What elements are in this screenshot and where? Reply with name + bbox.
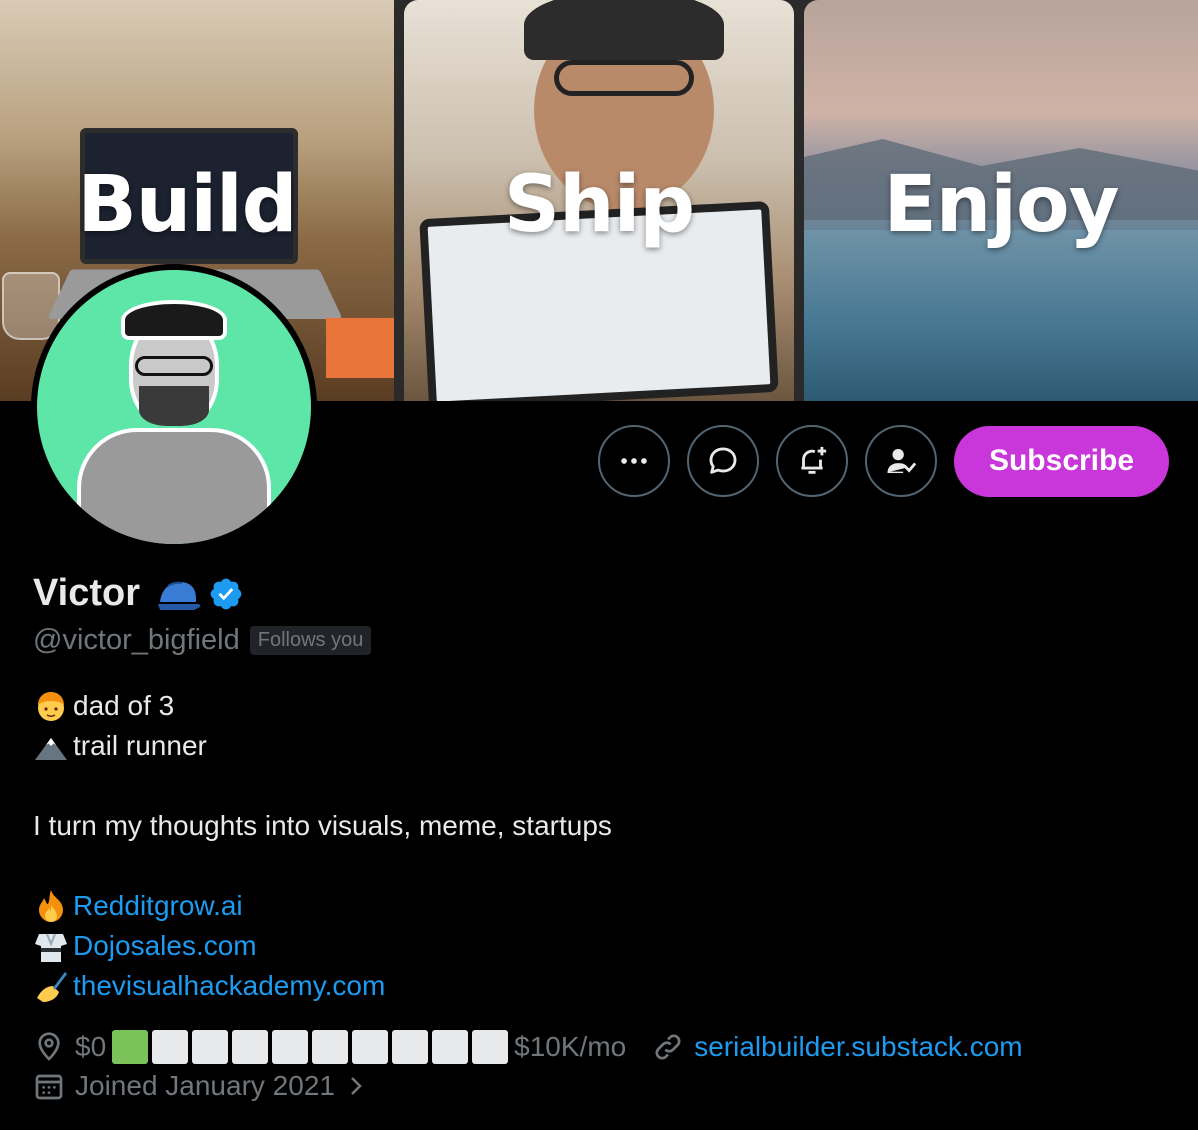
banner-word-ship: Ship xyxy=(503,160,695,250)
location-end: $10K/mo xyxy=(514,1031,627,1062)
cap-image xyxy=(524,0,724,60)
bio-link-line: Redditgrow.ai xyxy=(33,886,612,926)
chevron-right-icon xyxy=(351,1077,362,1095)
follows-you-badge: Follows you xyxy=(249,626,372,655)
progress-box-empty xyxy=(232,1030,269,1064)
bio-text-dad: dad of 3 xyxy=(73,690,175,721)
bell-plus-icon xyxy=(801,446,827,474)
bio-link-line: Dojosales.com xyxy=(33,926,612,966)
banner-word-build: Build xyxy=(77,160,297,250)
avatar-image xyxy=(37,270,311,544)
progress-box-empty xyxy=(312,1030,349,1064)
bio-link-redditgrow[interactable]: Redditgrow.ai xyxy=(73,886,243,926)
boy-emoji-icon xyxy=(38,692,64,721)
progress-box-empty xyxy=(152,1030,189,1064)
bio-line: trail runner xyxy=(33,726,612,766)
website-link[interactable]: serialbuilder.substack.com xyxy=(694,1031,1022,1063)
joined-date: Joined January 2021 xyxy=(75,1070,335,1101)
message-button[interactable] xyxy=(687,425,759,497)
progress-box-filled xyxy=(112,1030,149,1064)
glasses-image xyxy=(554,60,694,96)
following-button[interactable] xyxy=(865,425,937,497)
mountain-emoji-icon xyxy=(35,738,67,760)
profile-handle-row: @victor_bigfield Follows you xyxy=(33,624,372,657)
link-icon xyxy=(655,1034,681,1060)
bio-text-tagline: I turn my thoughts into visuals, meme, s… xyxy=(33,810,612,841)
profile-name-row: Victor xyxy=(33,572,244,615)
profile-actions: Subscribe xyxy=(598,425,1169,497)
website-link-wrapper[interactable]: serialbuilder.substack.com xyxy=(652,1031,1023,1063)
avatar-cap xyxy=(121,300,227,340)
display-name: Victor xyxy=(33,572,141,614)
subscribe-button[interactable]: Subscribe xyxy=(954,425,1169,497)
calendar-icon xyxy=(35,1074,63,1100)
notifications-button[interactable] xyxy=(776,425,848,497)
progress-box-empty xyxy=(272,1030,309,1064)
revenue-progress-bar xyxy=(112,1030,509,1064)
martial-arts-uniform-emoji-icon xyxy=(35,933,67,962)
profile-bio: dad of 3 trail runner I turn my thoughts… xyxy=(33,686,612,1006)
progress-box-empty xyxy=(472,1030,509,1064)
person-check-icon xyxy=(887,448,917,474)
message-icon xyxy=(709,447,737,474)
folder-image xyxy=(326,318,394,378)
avatar-body xyxy=(77,428,271,544)
progress-box-empty xyxy=(392,1030,429,1064)
bio-link-line: thevisualhackademy.com xyxy=(33,966,612,1006)
handle: @victor_bigfield xyxy=(33,624,240,656)
cap-emoji-icon xyxy=(158,581,201,610)
avatar-glasses xyxy=(135,356,213,376)
banner-panel-ship: Ship xyxy=(404,0,794,401)
profile-meta-location-row: $0 $10K/mo serialbuilder.substack.com xyxy=(33,1030,1023,1064)
bio-link-dojosales[interactable]: Dojosales.com xyxy=(73,926,257,966)
bio-link-visualhackademy[interactable]: thevisualhackademy.com xyxy=(73,966,385,1006)
avatar-beard xyxy=(139,386,209,426)
fire-emoji-icon xyxy=(39,890,63,922)
avatar[interactable] xyxy=(31,264,317,550)
verified-badge-icon[interactable] xyxy=(208,576,244,612)
progress-box-empty xyxy=(432,1030,469,1064)
progress-box-empty xyxy=(352,1030,389,1064)
banner-panel-enjoy: Enjoy xyxy=(804,0,1198,401)
avatar-person xyxy=(77,300,271,544)
location-icon xyxy=(38,1032,60,1061)
banner-word-enjoy: Enjoy xyxy=(883,160,1120,250)
pool-image xyxy=(804,230,1198,401)
more-icon xyxy=(621,458,647,464)
profile-meta-joined-row[interactable]: Joined January 2021 xyxy=(33,1070,367,1102)
more-button[interactable] xyxy=(598,425,670,497)
bio-line: I turn my thoughts into visuals, meme, s… xyxy=(33,806,612,846)
bio-text-runner: trail runner xyxy=(73,730,207,761)
location-start: $0 xyxy=(75,1031,107,1062)
progress-box-empty xyxy=(192,1030,229,1064)
writing-hand-emoji-icon xyxy=(37,972,67,1002)
bio-line: dad of 3 xyxy=(33,686,612,726)
